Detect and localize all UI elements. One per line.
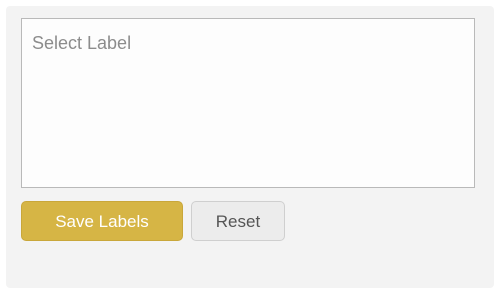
save-labels-button[interactable]: Save Labels [21,201,183,241]
label-select-placeholder: Select Label [32,33,132,53]
label-select-box[interactable]: Select Label [21,18,475,188]
reset-button[interactable]: Reset [191,201,285,241]
label-panel: Select Label Save Labels Reset [6,6,494,288]
